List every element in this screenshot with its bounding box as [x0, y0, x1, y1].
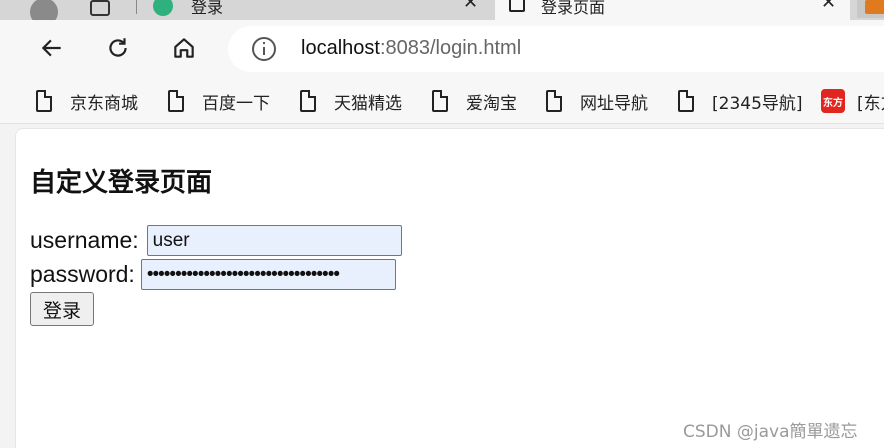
- tab-actions-icon[interactable]: [90, 0, 110, 16]
- page-icon: [300, 90, 316, 112]
- login-button[interactable]: 登录: [30, 292, 94, 326]
- tab-divider: [136, 0, 137, 14]
- reload-icon: [109, 38, 127, 57]
- bookmark-label: 百度一下: [202, 93, 270, 114]
- home-icon: [174, 38, 194, 58]
- page-icon: [36, 90, 52, 112]
- close-icon[interactable]: ✕: [463, 0, 478, 13]
- bookmark-label: 网址导航: [580, 93, 648, 114]
- bookmark-item[interactable]: 天猫精选: [300, 88, 402, 114]
- username-input[interactable]: [146, 225, 402, 256]
- tab-title: 登录页面: [541, 0, 606, 17]
- tab-login-page[interactable]: 登录页面 ✕: [495, 0, 850, 20]
- tab-next[interactable]: [857, 0, 884, 18]
- password-label: password:: [30, 261, 135, 287]
- page-icon: [509, 0, 525, 12]
- bookmark-item[interactable]: [2345导航]: [678, 88, 803, 114]
- watermark: CSDN @java簡單遗忘: [683, 422, 858, 442]
- password-row: password:: [30, 259, 396, 290]
- bookmark-label: 京东商城: [70, 93, 138, 114]
- page-icon: [678, 90, 694, 112]
- url-path: :8083/login.html: [379, 37, 522, 59]
- dongfang-logo-icon: 东方: [821, 89, 845, 113]
- bookmark-item[interactable]: 网址导航: [546, 88, 648, 114]
- bookmark-label: [2345导航]: [712, 93, 803, 114]
- info-icon[interactable]: [252, 37, 276, 61]
- bookmark-label: 爱淘宝: [466, 93, 517, 114]
- tab-favicon-icon: [865, 0, 884, 14]
- tab-strip: 登录 ✕ 登录页面 ✕: [0, 0, 884, 20]
- page-title: 自定义登录页面: [30, 168, 213, 198]
- page-icon: [168, 90, 184, 112]
- address-bar[interactable]: localhost:8083/login.html: [228, 26, 884, 72]
- bookmark-item[interactable]: 爱淘宝: [432, 88, 517, 114]
- home-button[interactable]: [164, 28, 204, 68]
- browser-toolbar: localhost:8083/login.html: [0, 20, 884, 78]
- username-row: username:: [30, 225, 402, 256]
- page-icon: [546, 90, 562, 112]
- page-viewport: 自定义登录页面 username: password: 登录 CSDN @jav…: [15, 128, 884, 448]
- url-host: localhost: [301, 37, 380, 59]
- bookmark-label: [东方: [857, 93, 884, 114]
- password-input[interactable]: [140, 259, 396, 290]
- tab-strip-left: [0, 0, 130, 20]
- back-button[interactable]: [32, 28, 72, 68]
- bookmark-item[interactable]: 东方 [东方: [821, 88, 884, 114]
- bookmark-item[interactable]: 百度一下: [168, 88, 270, 114]
- bookmark-label: 天猫精选: [334, 93, 402, 114]
- tab-favicon-icon: [153, 0, 173, 16]
- back-arrow-icon: [41, 39, 61, 57]
- bookmark-item[interactable]: 京东商城: [36, 88, 138, 114]
- profile-avatar-icon[interactable]: [30, 0, 58, 20]
- username-label: username:: [30, 227, 139, 253]
- url-text[interactable]: localhost:8083/login.html: [301, 37, 521, 60]
- tab-title: 登录: [191, 0, 224, 17]
- bookmarks-bar: 京东商城 百度一下 天猫精选 爱淘宝 网址导航 [2345导航] 东方 [东方: [0, 78, 884, 124]
- tab-login[interactable]: 登录 ✕: [145, 0, 495, 20]
- reload-button[interactable]: [98, 28, 138, 68]
- page-icon: [432, 90, 448, 112]
- close-icon[interactable]: ✕: [821, 0, 836, 13]
